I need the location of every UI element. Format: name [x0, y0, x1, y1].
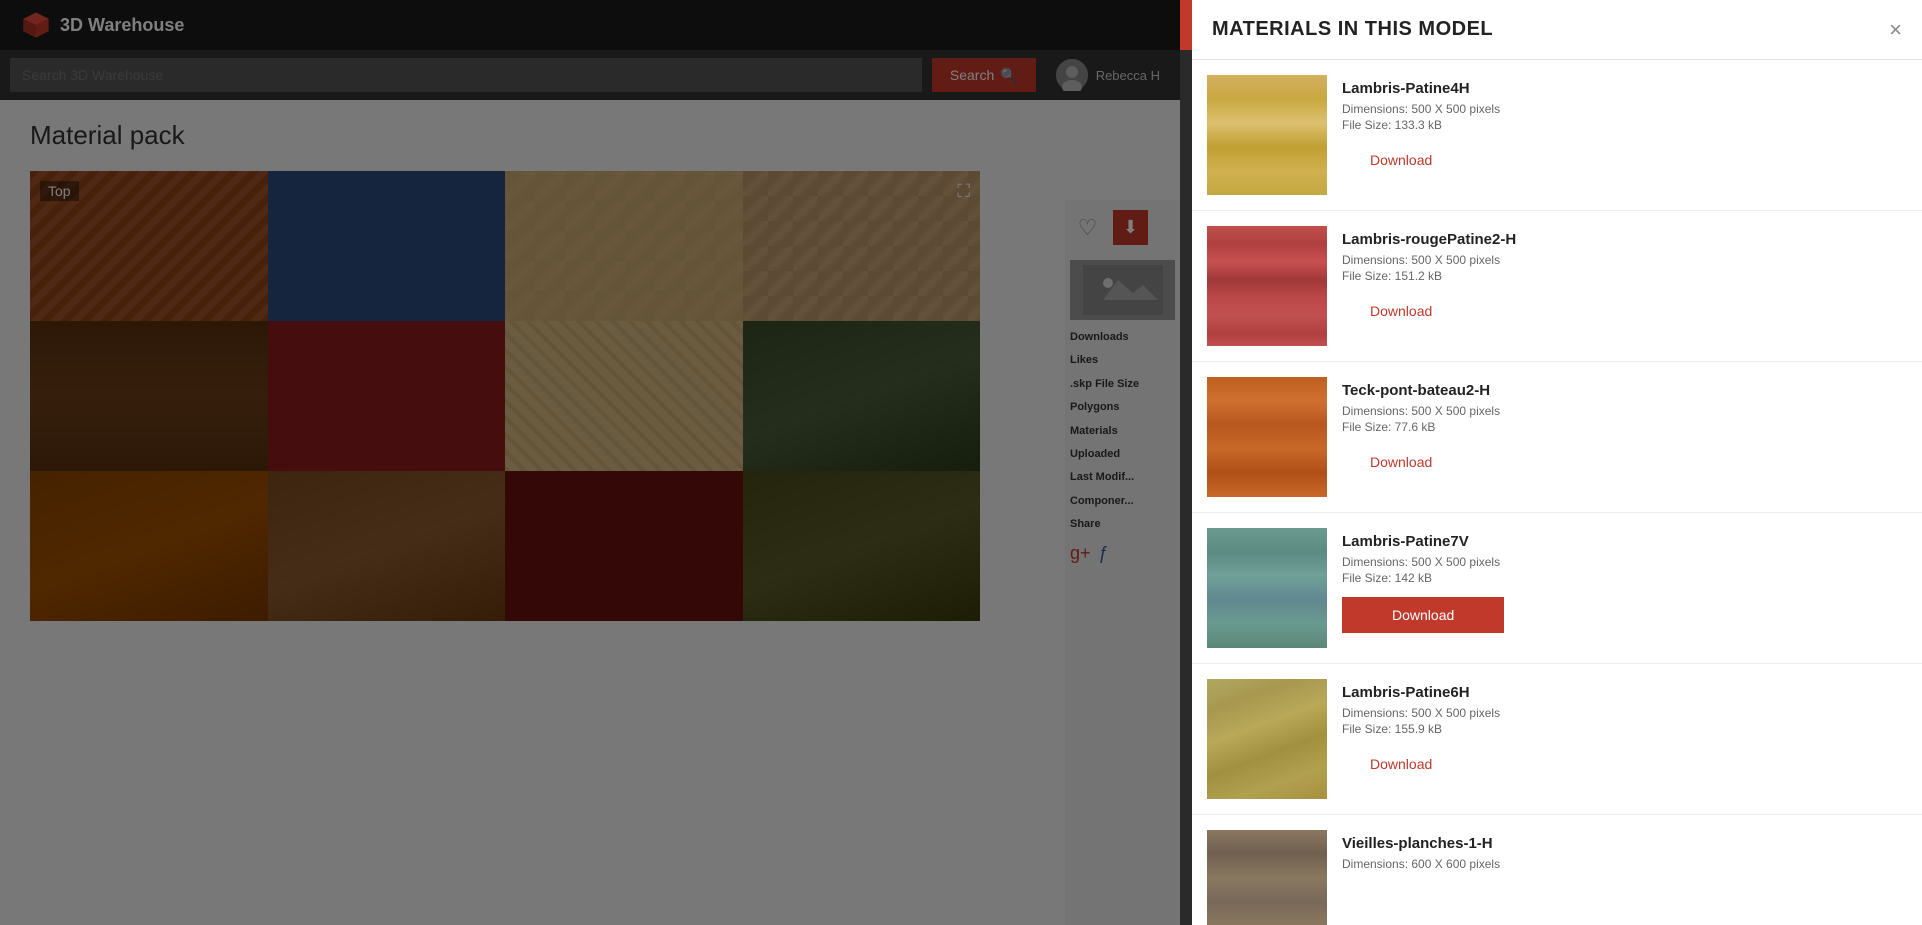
material-name-lambris6h: Lambris-Patine6H	[1342, 684, 1902, 701]
material-thumb-lambris6h	[1207, 679, 1327, 799]
material-dim-lambris7v: Dimensions: 500 X 500 pixels	[1342, 555, 1902, 569]
material-thumb-vieilles	[1207, 830, 1327, 925]
download-button-lambris-rouge[interactable]: Download	[1342, 295, 1460, 327]
material-item-teck-pont: Teck-pont-bateau2-H Dimensions: 500 X 50…	[1192, 362, 1922, 513]
material-size-lambris-rouge: File Size: 151.2 kB	[1342, 269, 1902, 283]
material-thumb-lambris4h	[1207, 75, 1327, 195]
material-dim-lambris6h: Dimensions: 500 X 500 pixels	[1342, 706, 1902, 720]
material-info-lambris4h: Lambris-Patine4H Dimensions: 500 X 500 p…	[1342, 75, 1902, 176]
material-item-lambris4h: Lambris-Patine4H Dimensions: 500 X 500 p…	[1192, 60, 1922, 211]
material-info-lambris-rouge: Lambris-rougePatine2-H Dimensions: 500 X…	[1342, 226, 1902, 327]
panel-close-button[interactable]: ×	[1889, 19, 1902, 41]
material-thumb-lambris7v	[1207, 528, 1327, 648]
material-dim-lambris4h: Dimensions: 500 X 500 pixels	[1342, 102, 1902, 116]
material-info-vieilles: Vieilles-planches-1-H Dimensions: 600 X …	[1342, 830, 1902, 873]
panel-header: MATERIALS IN THIS MODEL ×	[1192, 0, 1922, 60]
material-dim-lambris-rouge: Dimensions: 500 X 500 pixels	[1342, 253, 1902, 267]
material-dim-teck-pont: Dimensions: 500 X 500 pixels	[1342, 404, 1902, 418]
material-info-lambris7v: Lambris-Patine7V Dimensions: 500 X 500 p…	[1342, 528, 1902, 633]
download-button-lambris7v[interactable]: Download	[1342, 597, 1504, 633]
material-thumb-teck-pont	[1207, 377, 1327, 497]
material-name-lambris7v: Lambris-Patine7V	[1342, 533, 1902, 550]
material-info-lambris6h: Lambris-Patine6H Dimensions: 500 X 500 p…	[1342, 679, 1902, 780]
material-item-lambris6h: Lambris-Patine6H Dimensions: 500 X 500 p…	[1192, 664, 1922, 815]
material-size-lambris4h: File Size: 133.3 kB	[1342, 118, 1902, 132]
material-size-teck-pont: File Size: 77.6 kB	[1342, 420, 1902, 434]
material-name-vieilles: Vieilles-planches-1-H	[1342, 835, 1902, 852]
download-button-teck-pont[interactable]: Download	[1342, 446, 1460, 478]
material-thumb-lambris-rouge	[1207, 226, 1327, 346]
panel-title: MATERIALS IN THIS MODEL	[1212, 18, 1493, 41]
material-name-teck-pont: Teck-pont-bateau2-H	[1342, 382, 1902, 399]
overlay-dim	[0, 0, 1180, 925]
material-size-lambris7v: File Size: 142 kB	[1342, 571, 1902, 585]
materials-panel: MATERIALS IN THIS MODEL × Lambris-Patine…	[1192, 0, 1922, 925]
material-name-lambris-rouge: Lambris-rougePatine2-H	[1342, 231, 1902, 248]
material-size-lambris6h: File Size: 155.9 kB	[1342, 722, 1902, 736]
material-item-vieilles: Vieilles-planches-1-H Dimensions: 600 X …	[1192, 815, 1922, 925]
material-info-teck-pont: Teck-pont-bateau2-H Dimensions: 500 X 50…	[1342, 377, 1902, 478]
download-button-lambris6h[interactable]: Download	[1342, 748, 1460, 780]
download-button-lambris4h[interactable]: Download	[1342, 144, 1460, 176]
material-item-lambris-rouge: Lambris-rougePatine2-H Dimensions: 500 X…	[1192, 211, 1922, 362]
material-name-lambris4h: Lambris-Patine4H	[1342, 80, 1902, 97]
material-item-lambris7v: Lambris-Patine7V Dimensions: 500 X 500 p…	[1192, 513, 1922, 664]
material-dim-vieilles: Dimensions: 600 X 600 pixels	[1342, 857, 1902, 871]
materials-list[interactable]: Lambris-Patine4H Dimensions: 500 X 500 p…	[1192, 60, 1922, 925]
